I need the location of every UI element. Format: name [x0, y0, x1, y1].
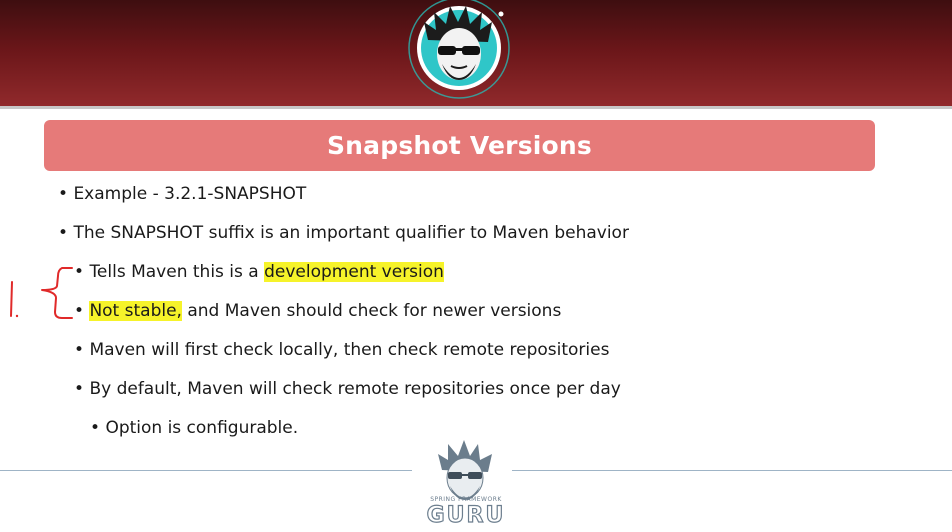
bullet-text: Tells Maven this is a — [89, 262, 265, 282]
bullet-glyph: • — [90, 418, 101, 438]
highlighted-text: Not stable, — [89, 301, 182, 321]
header-divider — [0, 106, 952, 109]
bullet-glyph: • — [74, 379, 85, 399]
footer-logo-subtitle: SPRING FRAMEWORK — [430, 496, 502, 503]
footer-rule-left — [0, 470, 412, 471]
bullet-item: • Example - 3.2.1-SNAPSHOT — [58, 184, 306, 204]
footer-logo-wordmark: GURU — [426, 502, 506, 528]
footer-rule-right — [512, 470, 952, 471]
slide-title: Snapshot Versions — [326, 131, 593, 160]
bullet-item: • Maven will first check locally, then c… — [74, 340, 609, 360]
bullet-text: Option is configurable. — [105, 418, 299, 438]
slide-title-bar: Snapshot Versions — [44, 120, 875, 171]
bullet-item: • Not stable, and Maven should check for… — [74, 301, 561, 321]
bullet-glyph: • — [58, 223, 69, 243]
bullet-item: • Tells Maven this is a development vers… — [74, 262, 444, 282]
highlighted-text: development version — [264, 262, 444, 282]
bullet-text: Example - 3.2.1-SNAPSHOT — [73, 184, 307, 204]
bullet-text: The SNAPSHOT suffix is an important qual… — [73, 223, 629, 243]
bullet-glyph: • — [58, 184, 69, 204]
bullet-glyph: • — [74, 340, 85, 360]
bullet-text: and Maven should check for newer version… — [181, 301, 562, 321]
bullet-text: Maven will first check locally, then che… — [89, 340, 610, 360]
bullet-item: • Option is configurable. — [90, 418, 298, 438]
handwritten-annotation — [10, 267, 73, 319]
bullet-item: • By default, Maven will check remote re… — [74, 379, 621, 399]
bullet-text: By default, Maven will check remote repo… — [89, 379, 621, 399]
bullet-item: • The SNAPSHOT suffix is an important qu… — [58, 223, 629, 243]
avatar-logo-icon — [408, 0, 510, 99]
